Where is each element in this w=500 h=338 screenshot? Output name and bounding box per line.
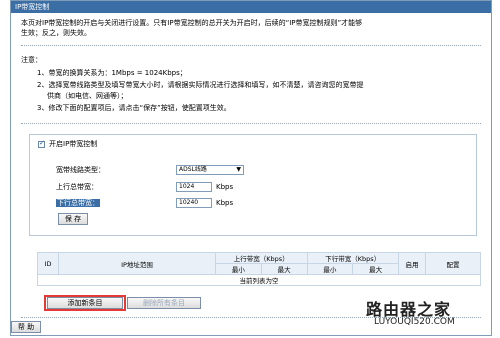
- settings-box: 开启IP带宽控制 宽带线路类型： ADSL线路 ▼ 上行总带宽： 1024 Kb…: [29, 134, 477, 236]
- line-type-select[interactable]: ADSL线路 ▼: [176, 165, 244, 175]
- add-entry-button[interactable]: 添加新条目: [47, 297, 123, 309]
- enable-label: 开启IP带宽控制: [49, 140, 98, 148]
- col-down-max: 最大: [352, 263, 399, 275]
- down-bandwidth-input[interactable]: 10240: [176, 198, 212, 208]
- watermark-url: LUYOUQI520.COM: [374, 317, 455, 327]
- col-down: 下行带宽（Kbps）: [306, 252, 399, 264]
- up-bandwidth-input[interactable]: 1024: [176, 182, 212, 192]
- note-2b: 供商（如电信、网通等）；: [47, 92, 128, 100]
- col-config: 配置: [425, 252, 481, 275]
- empty-row: 当前列表为空: [37, 274, 481, 286]
- col-up: 上行带宽（Kbps）: [215, 252, 308, 264]
- note-label: 注意：: [21, 56, 42, 64]
- panel-title: IP带宽控制: [11, 1, 491, 13]
- save-button[interactable]: 保 存: [58, 213, 88, 225]
- down-label: 下行总带宽：: [56, 199, 100, 207]
- col-up-min: 最小: [215, 263, 262, 275]
- line-type-label: 宽带线路类型：: [56, 166, 105, 174]
- intro-text-2: 生效；反之，则失效。: [21, 29, 91, 37]
- divider: [21, 123, 481, 124]
- rules-table: ID IP地址范围 上行带宽（Kbps） 下行带宽（Kbps） 启用 配置 最小…: [37, 252, 481, 286]
- divider: [21, 45, 481, 46]
- help-button[interactable]: 帮 助: [11, 321, 41, 333]
- note-3: 3、修改下面的配置项后，请点击“保存”按钮，使配置项生效。: [37, 104, 231, 112]
- note-1: 1、带宽的换算关系为：1Mbps = 1024Kbps；: [37, 69, 187, 77]
- note-2a: 2、选择宽带线路类型及填写带宽大小时，请根据实际情况进行选择和填写，如不清楚，请…: [37, 81, 364, 89]
- chevron-down-icon: ▼: [236, 166, 241, 173]
- col-down-min: 最小: [306, 263, 354, 275]
- line-type-value: ADSL线路: [179, 166, 207, 173]
- intro-text-1: 本页对IP带宽控制的开启与关闭进行设置。只有IP带宽控制的总开关为开启时，后续的…: [21, 19, 363, 27]
- col-enable: 启用: [398, 252, 426, 275]
- col-ip: IP地址范围: [58, 252, 216, 275]
- ip-bandwidth-panel: IP带宽控制 本页对IP带宽控制的开启与关闭进行设置。只有IP带宽控制的总开关为…: [10, 0, 492, 336]
- col-up-max: 最大: [260, 263, 308, 275]
- down-unit: Kbps: [216, 199, 234, 207]
- up-unit: Kbps: [216, 183, 234, 191]
- delete-all-button[interactable]: 删除所有条目: [127, 297, 201, 309]
- enable-checkbox[interactable]: [38, 139, 45, 148]
- up-label: 上行总带宽：: [56, 183, 98, 191]
- col-id: ID: [37, 252, 59, 275]
